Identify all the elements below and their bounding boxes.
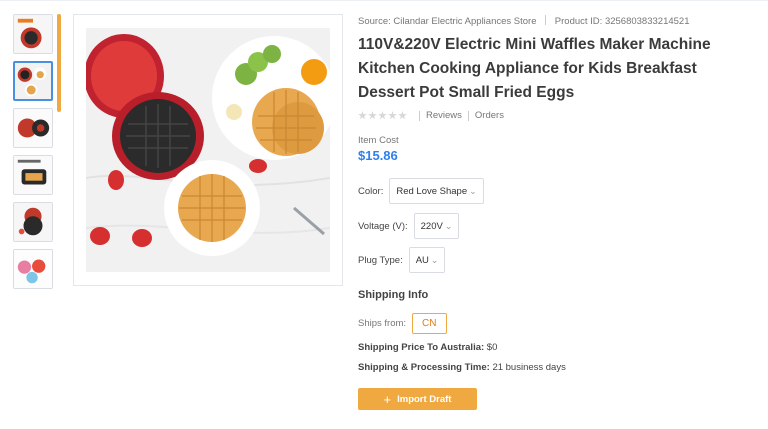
source-line: Source: Cilandar Electric Appliances Sto…	[358, 15, 690, 27]
star-icon	[358, 111, 367, 120]
voltage-select[interactable]: 220V ⌄	[413, 213, 460, 239]
import-draft-label: Import Draft	[397, 393, 452, 405]
color-value: Red Love Shape	[396, 185, 468, 197]
shipping-price-value: $0	[486, 342, 498, 353]
voltage-option-row: Voltage (V): 220V ⌄	[358, 213, 460, 239]
top-divider	[0, 0, 768, 1]
plug-label: Plug Type:	[358, 254, 403, 266]
source-separator	[545, 15, 547, 25]
product-id-label: Product ID:	[554, 16, 603, 27]
rating-row: Reviews Orders	[358, 110, 504, 121]
shipping-time-value: 21 business days	[492, 362, 566, 373]
plug-value: AU	[415, 254, 429, 266]
shipping-time-line: Shipping & Processing Time: 21 business …	[358, 362, 566, 373]
thumbnail-scrollbar[interactable]	[57, 14, 61, 112]
plug-option-row: Plug Type: AU ⌄	[358, 247, 446, 273]
star-icon	[368, 111, 377, 120]
rating-separator	[419, 110, 420, 121]
source-store-name[interactable]: Cilandar Electric Appliances Store	[393, 16, 536, 27]
star-icon	[388, 111, 397, 120]
thumbnail-1[interactable]	[13, 14, 53, 54]
color-label: Color:	[358, 185, 384, 197]
shipping-time-label: Shipping & Processing Time:	[358, 362, 490, 373]
ships-from-cn-button[interactable]: CN	[412, 313, 447, 334]
source-label: Source:	[358, 16, 391, 27]
voltage-label: Voltage (V):	[358, 220, 408, 232]
orders-link[interactable]: Orders	[475, 110, 504, 121]
star-icon	[398, 111, 407, 120]
item-cost-value: $15.86	[358, 148, 398, 163]
main-product-image	[73, 14, 343, 286]
voltage-value: 220V	[420, 220, 443, 232]
thumbnail-list	[13, 14, 53, 296]
import-draft-button[interactable]: + Import Draft	[358, 388, 477, 410]
shipping-info-heading: Shipping Info	[358, 289, 429, 301]
ships-from-row: Ships from: CN	[358, 313, 447, 334]
thumbnail-5[interactable]	[13, 202, 53, 242]
star-icon	[378, 111, 387, 120]
ships-from-label: Ships from:	[358, 318, 407, 329]
waffle-maker-photo	[86, 28, 330, 272]
reviews-link[interactable]: Reviews	[426, 110, 462, 121]
rating-stars	[358, 111, 407, 120]
chevron-down-icon: ⌄	[469, 185, 477, 196]
shipping-price-line: Shipping Price To Australia: $0	[358, 342, 497, 353]
item-cost-label: Item Cost	[358, 135, 399, 146]
product-id-value: 3256803833214521	[604, 16, 690, 27]
plug-select[interactable]: AU ⌄	[408, 247, 446, 273]
chevron-down-icon: ⌄	[430, 254, 439, 265]
thumbnail-2[interactable]	[13, 61, 53, 101]
thumbnail-3[interactable]	[13, 108, 53, 148]
chevron-down-icon: ⌄	[444, 220, 453, 231]
color-select[interactable]: Red Love Shape ⌄	[389, 178, 484, 204]
reviews-separator	[467, 110, 469, 121]
product-title: 110V&220V Electric Mini Waffles Maker Ma…	[358, 36, 711, 101]
thumbnail-4[interactable]	[13, 155, 53, 195]
plus-icon: +	[383, 391, 392, 407]
shipping-price-label: Shipping Price To Australia:	[358, 342, 485, 353]
thumbnail-6[interactable]	[13, 249, 53, 289]
color-option-row: Color: Red Love Shape ⌄	[358, 178, 484, 204]
